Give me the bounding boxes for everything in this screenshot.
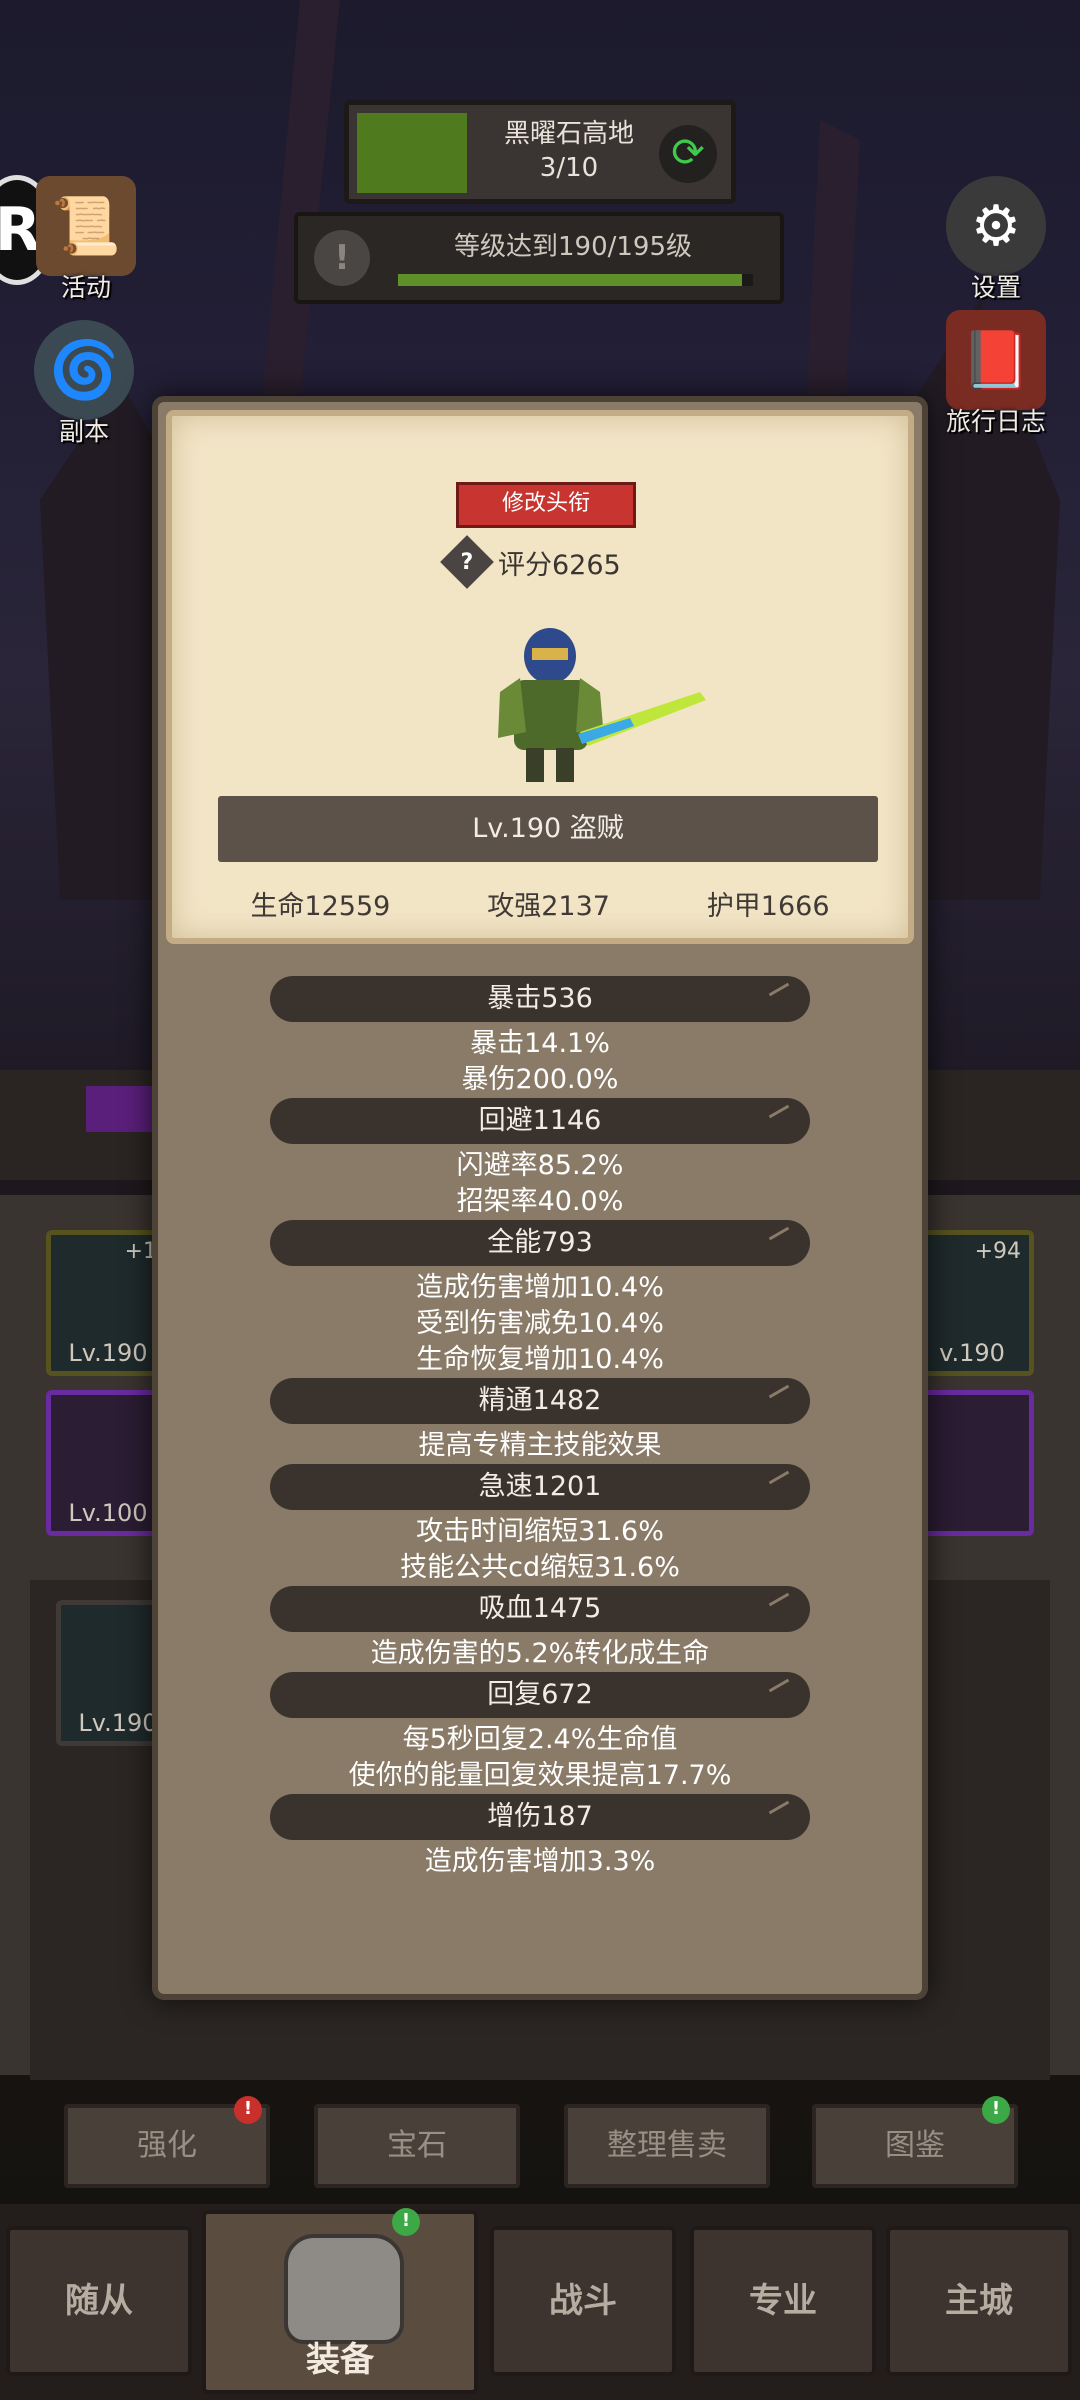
portal-icon: 🌀 bbox=[34, 320, 134, 420]
attribute-line: 暴击14.1% bbox=[470, 1028, 610, 1059]
journal-icon: 📕 bbox=[946, 310, 1046, 410]
attribute-header: 吸血1475 bbox=[270, 1586, 810, 1632]
attribute-line: 提高专精主技能效果 bbox=[418, 1430, 662, 1461]
help-icon[interactable]: ? bbox=[440, 535, 494, 589]
nav-tab-city[interactable]: 主城 bbox=[886, 2226, 1072, 2376]
enhance-label: 强化 bbox=[137, 2128, 197, 2163]
travel-log-button[interactable]: 📕 旅行日志 bbox=[926, 310, 1066, 438]
alert-badge: ! bbox=[392, 2208, 420, 2236]
zone-banner[interactable]: 黑曜石高地 3/10 ⟳ bbox=[344, 100, 736, 204]
attribute-group: 暴击536 暴击14.1% 暴伤200.0% bbox=[158, 976, 922, 1098]
gem-label: 宝石 bbox=[387, 2128, 447, 2163]
nav-tab-equipment[interactable]: ! 装备 bbox=[202, 2208, 478, 2394]
attribute-line: 造成伤害的5.2%转化成生命 bbox=[370, 1638, 710, 1669]
attribute-list: 暴击536 暴击14.1% 暴伤200.0% 回避1146 闪避率85.2% 招架率40.… bbox=[158, 976, 922, 1880]
attribute-line: 攻击时间缩短31.6% bbox=[416, 1516, 664, 1547]
attribute-group: 全能793 造成伤害增加10.4% 受到伤害减免10.4% 生命恢复增加10.4% bbox=[158, 1220, 922, 1378]
alert-badge: ! bbox=[982, 2096, 1010, 2124]
nav-label: 随从 bbox=[65, 2281, 133, 2321]
score-row: ? 评分6265 bbox=[440, 535, 668, 589]
sort-sell-button[interactable]: 整理售卖 bbox=[564, 2104, 770, 2188]
attribute-group: 增伤187 造成伤害增加3.3% bbox=[158, 1794, 922, 1880]
nav-label: 战斗 bbox=[549, 2281, 617, 2321]
nav-label: 装备 bbox=[306, 2340, 374, 2380]
gem-button[interactable]: 宝石 bbox=[314, 2104, 520, 2188]
attribute-line: 闪避率85.2% bbox=[456, 1150, 624, 1181]
zone-name: 黑曜石高地 bbox=[503, 119, 634, 149]
attribute-line: 造成伤害增加10.4% bbox=[416, 1272, 664, 1303]
nav-label: 主城 bbox=[945, 2281, 1013, 2321]
settings-button[interactable]: ⚙ 设置 bbox=[926, 176, 1066, 304]
xp-bar bbox=[86, 1086, 156, 1132]
primary-stats: 生命12559 攻强2137 护甲1666 bbox=[172, 884, 908, 923]
attribute-group: 吸血1475 造成伤害的5.2%转化成生命 bbox=[158, 1586, 922, 1672]
codex-label: 图鉴 bbox=[885, 2128, 945, 2163]
level-class-bar: Lv.190 盗贼 bbox=[218, 796, 878, 862]
attribute-header: 精通1482 bbox=[270, 1378, 810, 1424]
dungeon-button[interactable]: 🌀 副本 bbox=[14, 320, 154, 448]
attribute-line: 暴伤200.0% bbox=[461, 1064, 619, 1095]
attribute-group: 回避1146 闪避率85.2% 招架率40.0% bbox=[158, 1098, 922, 1220]
edit-title-button[interactable]: 修改头衔 bbox=[456, 482, 636, 528]
equip-slot-weapon[interactable]: +94 v.190 bbox=[910, 1230, 1034, 1376]
attribute-header: 全能793 bbox=[270, 1220, 810, 1266]
attribute-line: 受到伤害减免10.4% bbox=[416, 1308, 664, 1339]
character-card: 修改头衔 ? 评分6265 Lv.190 盗贼 生命12559 攻强2137 护… bbox=[166, 410, 914, 944]
attribute-header: 急速1201 bbox=[270, 1464, 810, 1510]
enhance-button[interactable]: 强化 ! bbox=[64, 2096, 270, 2188]
attribute-line: 使你的能量回复效果提高17.7% bbox=[348, 1760, 732, 1791]
slot-level: Lv.100 bbox=[68, 1499, 148, 1527]
refresh-icon[interactable]: ⟳ bbox=[659, 125, 717, 183]
attribute-header: 增伤187 bbox=[270, 1794, 810, 1840]
quest-progress-track bbox=[398, 274, 753, 286]
attribute-line: 技能公共cd缩短31.6% bbox=[400, 1552, 680, 1583]
alert-badge: ! bbox=[234, 2096, 262, 2124]
attribute-header: 回复672 bbox=[270, 1672, 810, 1718]
nav-tab-battle[interactable]: 战斗 bbox=[490, 2226, 676, 2376]
alert-icon: ! bbox=[314, 230, 370, 286]
character-stats-modal: 修改头衔 ? 评分6265 Lv.190 盗贼 生命12559 攻强2137 护… bbox=[152, 396, 928, 2000]
zone-info: 黑曜石高地 3/10 bbox=[449, 117, 689, 185]
attribute-group: 急速1201 攻击时间缩短31.6% 技能公共cd缩短31.6% bbox=[158, 1464, 922, 1586]
attribute-group: 精通1482 提高专精主技能效果 bbox=[158, 1378, 922, 1464]
attribute-line: 生命恢复增加10.4% bbox=[416, 1344, 664, 1375]
gear-icon: ⚙ bbox=[946, 176, 1046, 276]
attribute-header: 回避1146 bbox=[270, 1098, 810, 1144]
attribute-line: 造成伤害增加3.3% bbox=[424, 1846, 656, 1877]
quest-text: 等级达到190/195级 bbox=[453, 232, 692, 262]
armor-icon bbox=[284, 2234, 404, 2344]
hp-stat: 生命12559 bbox=[250, 891, 391, 922]
slot-level: v.190 bbox=[939, 1339, 1005, 1367]
equip-slot-book[interactable] bbox=[910, 1390, 1034, 1536]
activity-button[interactable]: 📜 活动 bbox=[16, 176, 156, 304]
settings-label: 设置 bbox=[970, 273, 1021, 302]
slot-level: Lv.190 bbox=[68, 1339, 148, 1367]
travel-log-label: 旅行日志 bbox=[945, 407, 1046, 436]
codex-button[interactable]: 图鉴 ! bbox=[812, 2096, 1018, 2188]
slot-plus: +94 bbox=[974, 1239, 1021, 1264]
activity-label: 活动 bbox=[60, 273, 111, 302]
quest-bar[interactable]: ! 等级达到190/195级 bbox=[294, 212, 784, 304]
nav-tab-profession[interactable]: 专业 bbox=[690, 2226, 876, 2376]
attribute-group: 回复672 每5秒回复2.4%生命值使你的能量回复效果提高17.7% bbox=[158, 1672, 922, 1794]
scroll-icon: 📜 bbox=[36, 176, 136, 276]
dungeon-label: 副本 bbox=[58, 417, 109, 446]
attribute-line: 招架率40.0% bbox=[456, 1186, 624, 1217]
attack-stat: 攻强2137 bbox=[487, 891, 610, 922]
zone-progress-text: 3/10 bbox=[539, 153, 599, 183]
armor-stat: 护甲1666 bbox=[706, 891, 830, 922]
hero-sprite bbox=[498, 628, 706, 782]
attribute-line: 每5秒回复2.4%生命值 bbox=[402, 1724, 678, 1755]
nav-tab-followers[interactable]: 随从 bbox=[6, 2226, 192, 2376]
score-text: 评分6265 bbox=[498, 549, 621, 581]
attribute-header: 暴击536 bbox=[270, 976, 810, 1022]
nav-label: 专业 bbox=[749, 2281, 817, 2321]
sort-sell-label: 整理售卖 bbox=[607, 2128, 727, 2163]
quest-progress-fill bbox=[398, 274, 743, 286]
